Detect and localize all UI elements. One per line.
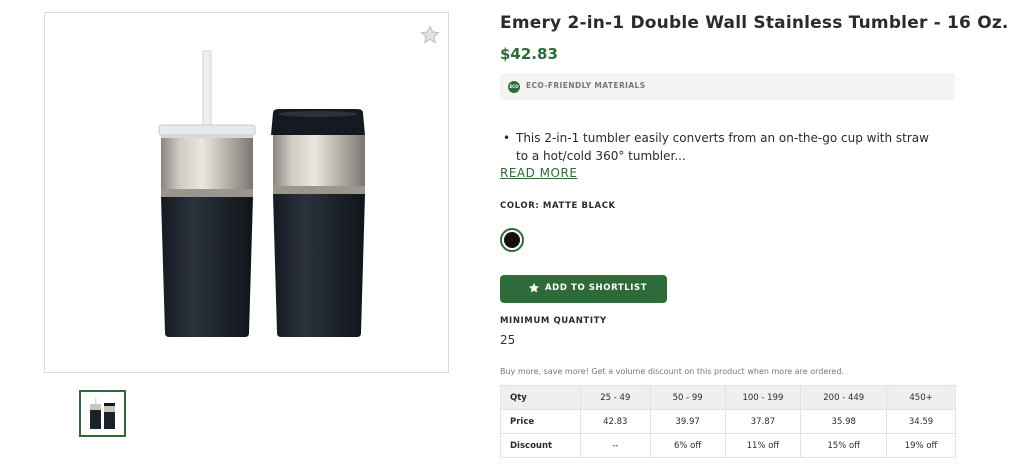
table-cell: -- — [579, 433, 651, 458]
minimum-quantity-label: MINIMUM QUANTITY — [500, 316, 607, 326]
color-label: COLOR: MATTE BLACK — [500, 201, 616, 211]
product-main-image[interactable] — [44, 12, 449, 373]
table-cell: 37.87 — [724, 409, 802, 434]
product-price: $42.83 — [500, 45, 558, 63]
add-to-shortlist-button[interactable]: ADD TO SHORTLIST — [500, 275, 667, 303]
table-cell: Price — [500, 409, 581, 434]
table-cell: 6% off — [649, 433, 726, 458]
table-cell: 34.59 — [886, 409, 956, 434]
table-cell: Qty — [500, 385, 581, 410]
product-thumbnail[interactable] — [79, 390, 126, 437]
table-cell: 50 - 99 — [649, 385, 726, 410]
product-photo — [158, 50, 365, 337]
table-cell: 100 - 199 — [724, 385, 802, 410]
pricing-price-row: Price 42.83 39.97 37.87 35.98 34.59 — [500, 409, 956, 434]
table-cell: 42.83 — [579, 409, 651, 434]
table-cell: 200 - 449 — [800, 385, 888, 410]
table-cell: 25 - 49 — [579, 385, 651, 410]
table-cell: 35.98 — [800, 409, 888, 434]
table-cell: 19% off — [886, 433, 956, 458]
volume-discount-note: Buy more, save more! Get a volume discou… — [500, 367, 844, 376]
pricing-table: Qty 25 - 49 50 - 99 100 - 199 200 - 449 … — [500, 385, 956, 458]
pricing-discount-row: Discount -- 6% off 11% off 15% off 19% o… — [500, 433, 956, 458]
table-cell: 15% off — [800, 433, 888, 458]
table-cell: 11% off — [724, 433, 802, 458]
star-icon[interactable] — [420, 25, 440, 45]
thumbnail-photo — [90, 398, 115, 429]
table-cell: 39.97 — [649, 409, 726, 434]
eco-friendly-label: ECO-FRIENDLY MATERIALS — [526, 81, 646, 90]
star-icon — [528, 282, 540, 293]
eco-leaf-icon: ECO — [508, 81, 520, 93]
table-cell: Discount — [500, 433, 581, 458]
swatch-fill — [504, 232, 520, 248]
pricing-header-row: Qty 25 - 49 50 - 99 100 - 199 200 - 449 … — [500, 385, 956, 410]
add-to-shortlist-label: ADD TO SHORTLIST — [545, 283, 648, 293]
product-title: Emery 2-in-1 Double Wall Stainless Tumbl… — [500, 13, 1009, 33]
eco-friendly-banner: ECO ECO-FRIENDLY MATERIALS — [500, 73, 955, 100]
table-cell: 450+ — [886, 385, 956, 410]
product-description: This 2-in-1 tumbler easily converts from… — [503, 130, 936, 165]
minimum-quantity-value: 25 — [500, 333, 516, 347]
read-more-link[interactable]: READ MORE — [500, 166, 577, 180]
color-swatch-matte-black[interactable] — [500, 228, 524, 252]
